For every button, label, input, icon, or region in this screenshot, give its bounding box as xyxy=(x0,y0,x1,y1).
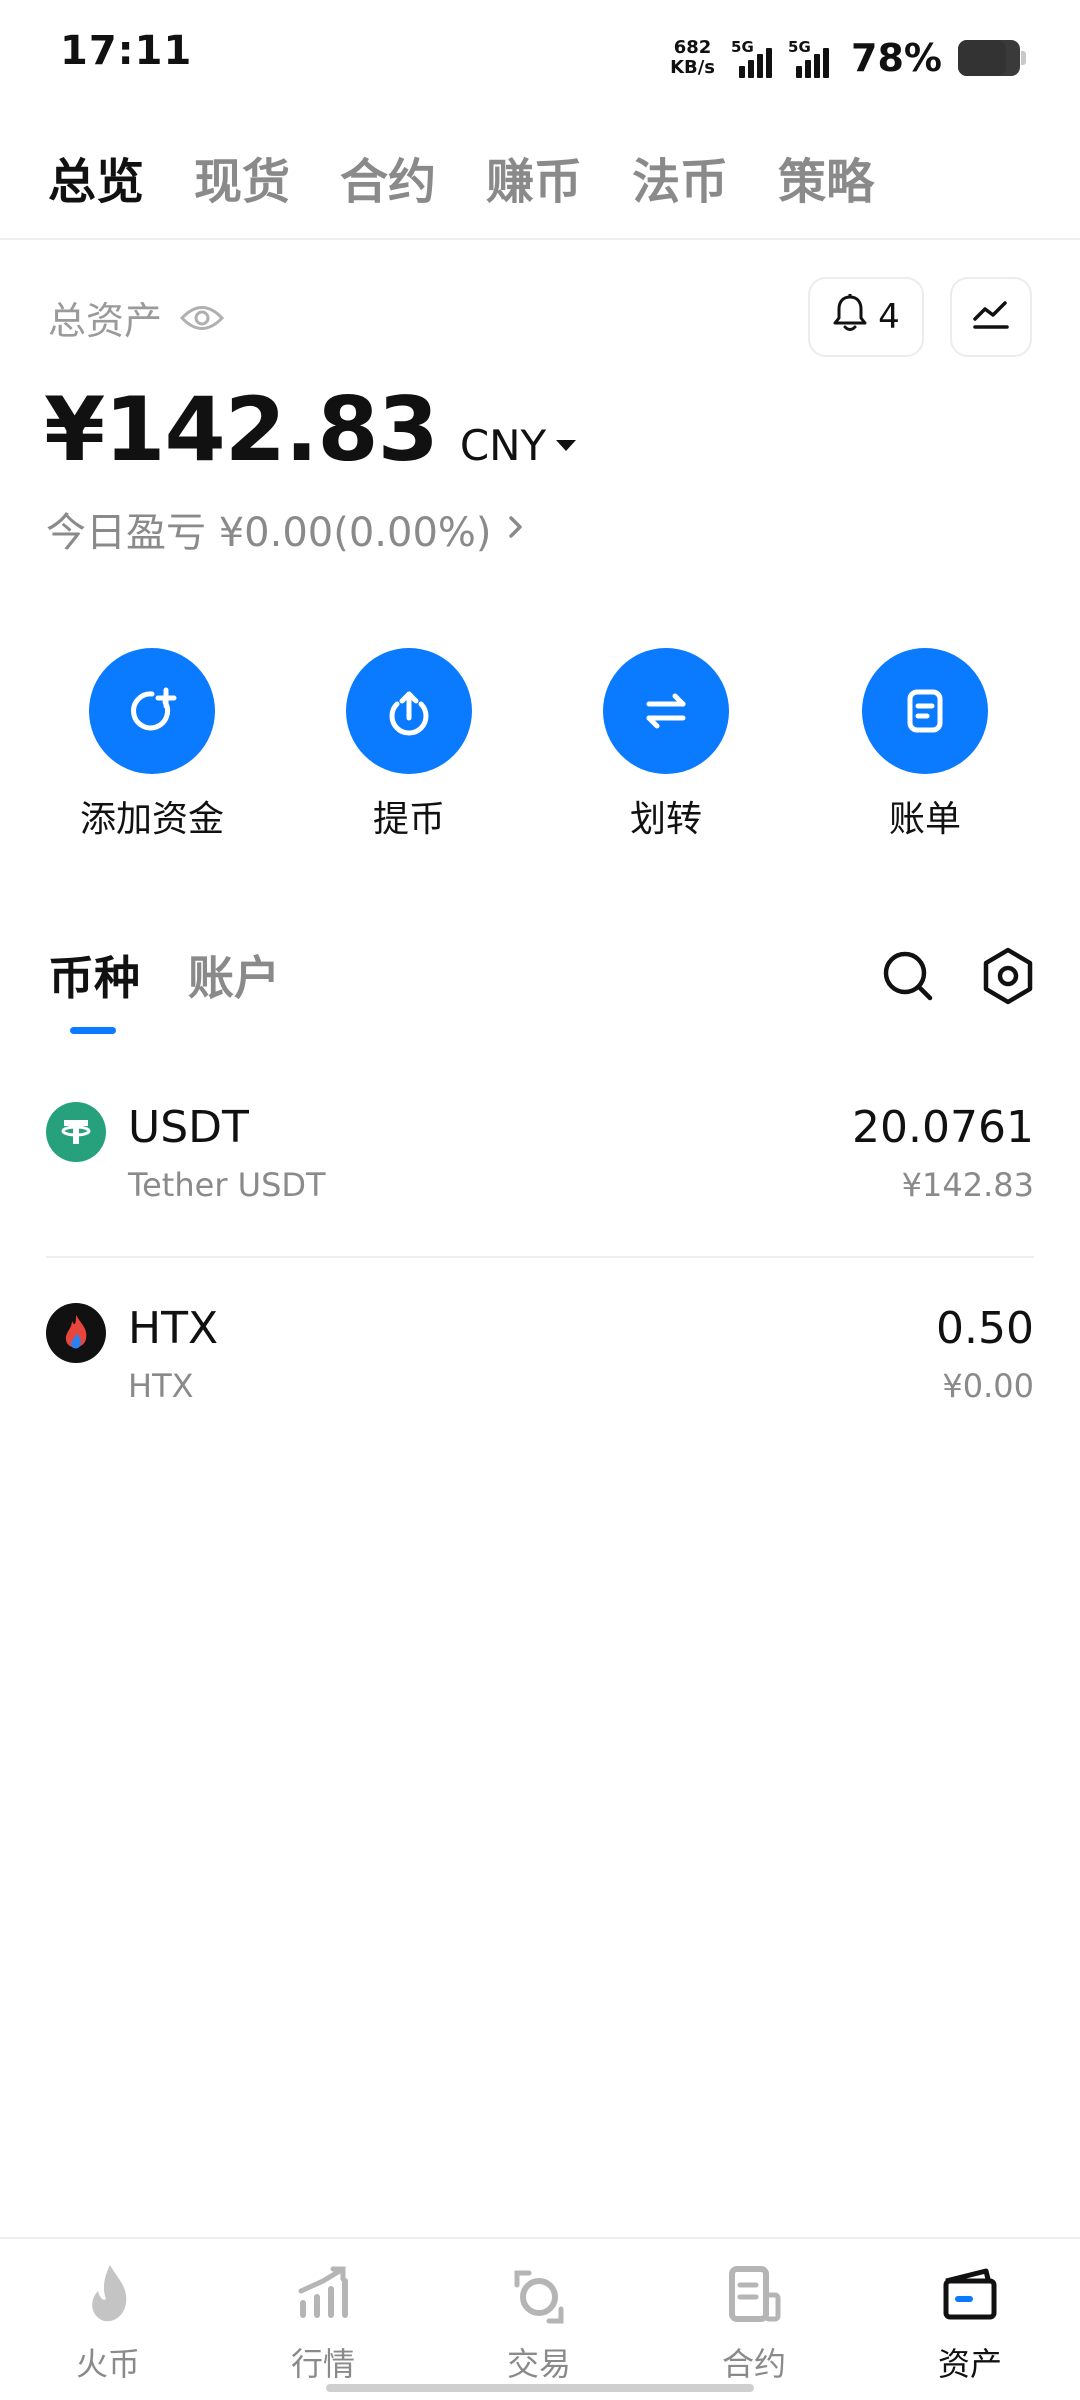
contract-icon xyxy=(724,2259,784,2335)
coin-symbol: USDT xyxy=(128,1102,249,1153)
nav-contract[interactable]: 合约 xyxy=(664,2259,844,2385)
withdraw-button[interactable]: 提币 xyxy=(299,648,519,842)
network-speed: 682 KB/s xyxy=(670,38,715,78)
signal-icon-secondary: 5G xyxy=(788,38,830,78)
asset-list-tabs: 币种 账户 xyxy=(48,942,280,1008)
tab-earn[interactable]: 赚币 xyxy=(486,142,582,212)
active-tab-indicator xyxy=(70,1027,116,1034)
asset-analysis-button[interactable] xyxy=(950,277,1032,357)
withdraw-label: 提币 xyxy=(372,799,445,840)
wallet-icon xyxy=(940,2259,1000,2335)
tab-overview[interactable]: 总览 xyxy=(48,142,144,212)
header-divider xyxy=(0,238,1080,240)
trade-icon xyxy=(509,2259,569,2335)
search-icon[interactable] xyxy=(880,948,936,1008)
bill-button[interactable]: 账单 xyxy=(815,648,1035,842)
htx-logo-icon xyxy=(46,1303,106,1363)
transfer-label: 划转 xyxy=(629,799,702,840)
nav-market[interactable]: 行情 xyxy=(233,2259,413,2385)
tab-coins[interactable]: 币种 xyxy=(48,942,140,1008)
nav-assets-label: 资产 xyxy=(937,2345,1002,2383)
coin-row-htx[interactable]: HTX HTX 0.50 ¥0.00 xyxy=(46,1303,1034,1433)
network-speed-unit: KB/s xyxy=(670,57,716,78)
tab-fiat[interactable]: 法币 xyxy=(632,142,728,212)
today-pnl-text: 今日盈亏 ¥0.00(0.00%) xyxy=(46,510,492,556)
trend-chart-icon xyxy=(971,297,1011,337)
coin-symbol: HTX xyxy=(128,1303,219,1354)
bill-icon xyxy=(862,648,988,774)
notification-count: 4 xyxy=(878,297,900,337)
network-speed-value: 682 xyxy=(673,37,712,58)
nav-home-label: 火币 xyxy=(75,2345,140,2383)
chevron-right-icon xyxy=(506,506,526,552)
add-funds-button[interactable]: 添加资金 xyxy=(42,648,262,842)
total-assets-value-row: ¥142.83 CNY xyxy=(44,378,577,481)
coin-amount: 0.50 xyxy=(936,1303,1034,1354)
battery-icon xyxy=(958,40,1026,76)
market-icon xyxy=(293,2259,353,2335)
coin-amount: 20.0761 xyxy=(852,1102,1034,1153)
tab-spot[interactable]: 现货 xyxy=(194,142,290,212)
tab-accounts[interactable]: 账户 xyxy=(188,942,280,1008)
caret-down-icon xyxy=(556,440,577,451)
coin-row-usdt[interactable]: USDT Tether USDT 20.0761 ¥142.83 xyxy=(46,1102,1034,1232)
status-indicators: 682 KB/s 5G 5G 78% xyxy=(670,32,1026,84)
signal-type-label-secondary: 5G xyxy=(788,38,811,56)
notifications-button[interactable]: 4 xyxy=(808,277,924,357)
battery-percent: 78% xyxy=(851,36,942,80)
bell-icon xyxy=(832,293,868,342)
coin-value: ¥0.00 xyxy=(942,1367,1034,1405)
row-divider xyxy=(46,1256,1034,1258)
withdraw-icon xyxy=(346,648,472,774)
nav-trade[interactable]: 交易 xyxy=(449,2259,629,2385)
signal-type-label: 5G xyxy=(731,38,754,56)
eye-icon[interactable] xyxy=(180,303,225,333)
total-assets-label: 总资产 xyxy=(48,299,163,343)
nav-trade-label: 交易 xyxy=(506,2345,571,2383)
tab-futures[interactable]: 合约 xyxy=(340,142,436,212)
nav-assets[interactable]: 资产 xyxy=(880,2259,1060,2385)
home-indicator xyxy=(326,2384,754,2392)
coin-name: Tether USDT xyxy=(128,1166,326,1204)
currency-selector[interactable]: CNY xyxy=(459,421,577,470)
status-bar: 17:11 682 KB/s 5G 5G 78% xyxy=(0,0,1080,115)
bill-label: 账单 xyxy=(888,799,961,840)
settings-icon[interactable] xyxy=(980,946,1036,1010)
add-funds-icon xyxy=(89,648,215,774)
currency-label: CNY xyxy=(459,421,547,470)
flame-icon xyxy=(78,2259,138,2335)
add-funds-label: 添加资金 xyxy=(79,799,224,840)
nav-home[interactable]: 火币 xyxy=(18,2259,198,2385)
nav-contract-label: 合约 xyxy=(721,2345,786,2383)
coin-name: HTX xyxy=(128,1367,194,1405)
tab-strategy[interactable]: 策略 xyxy=(778,142,874,212)
total-assets-label-row: 总资产 xyxy=(48,290,225,345)
coin-value: ¥142.83 xyxy=(901,1166,1034,1204)
tether-logo-icon xyxy=(46,1102,106,1162)
assets-overview-screen: 17:11 682 KB/s 5G 5G 78% 总览 现货 合约 赚币 法币 … xyxy=(0,0,1080,2400)
status-time: 17:11 xyxy=(60,28,193,74)
bottom-navigation: 火币 行情 交易 合约 资产 xyxy=(0,2237,1080,2400)
today-pnl-link[interactable]: 今日盈亏 ¥0.00(0.00%) xyxy=(46,500,526,558)
total-assets-value: ¥142.83 xyxy=(44,378,439,481)
transfer-button[interactable]: 划转 xyxy=(556,648,776,842)
signal-icon: 5G xyxy=(731,38,773,78)
top-tab-bar: 总览 现货 合约 赚币 法币 策略 xyxy=(48,142,874,212)
nav-market-label: 行情 xyxy=(290,2345,355,2383)
transfer-icon xyxy=(603,648,729,774)
